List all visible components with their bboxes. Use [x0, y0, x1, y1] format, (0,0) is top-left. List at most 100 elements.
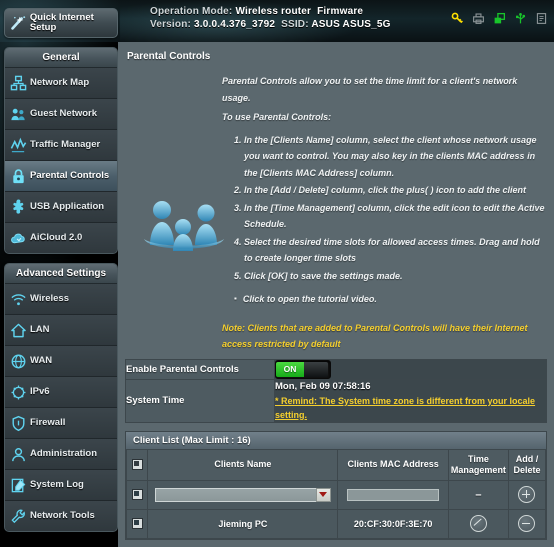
version-label: Version:: [150, 19, 192, 30]
step-item: Click [OK] to save the settings made.: [244, 268, 546, 285]
clients-mac-header: Clients MAC Address: [337, 448, 449, 481]
system-time-label: System Time: [125, 379, 275, 422]
steps-list: In the [Clients Name] column, select the…: [222, 132, 546, 285]
sidebar-item-wireless[interactable]: Wireless: [5, 284, 117, 315]
guest-network-icon: [8, 104, 28, 124]
enable-parental-controls-label: Enable Parental Controls: [125, 359, 275, 379]
sidebar-item-aicloud[interactable]: AiCloud 2.0: [5, 223, 117, 253]
sidebar-item-label: Network Map: [30, 76, 90, 88]
firmware-label: Firmware: [317, 6, 364, 17]
ipv6-icon: [8, 382, 28, 402]
step-item: Select the desired time slots for allowe…: [244, 234, 546, 267]
magic-wand-icon: [11, 16, 26, 30]
time-management-placeholder: –: [475, 488, 482, 501]
table-row: –: [125, 479, 547, 510]
wrench-icon: [8, 506, 28, 526]
sidebar-item-label: Parental Controls: [30, 169, 110, 181]
chevron-down-icon[interactable]: [315, 487, 331, 502]
select-all-checkbox[interactable]: [131, 459, 143, 471]
sidebar-item-wan[interactable]: WAN: [5, 346, 117, 377]
time-management-header: Time Management: [447, 448, 509, 481]
family-icon: [144, 201, 224, 251]
lock-icon: [8, 166, 28, 186]
row-mac-cell: 20:CF:30:0F:3E:70: [337, 508, 449, 539]
shield-icon: [8, 413, 28, 433]
quick-internet-setup-button[interactable]: Quick Internet Setup: [4, 8, 118, 38]
sidebar-item-label: Network Tools: [30, 509, 95, 521]
sidebar-item-guest-network[interactable]: Guest Network: [5, 99, 117, 130]
row-checkbox[interactable]: [131, 489, 143, 501]
step-item: In the [Add / Delete] column, click the …: [244, 182, 546, 199]
edit-icon[interactable]: [469, 515, 487, 532]
row-action-cell: [507, 479, 547, 510]
row-select-cell: [125, 479, 149, 510]
system-time-cell: Mon, Feb 09 07:58:16 * Remind: The Syste…: [274, 379, 547, 422]
plus-icon[interactable]: [518, 486, 536, 503]
usb-icon[interactable]: [514, 12, 527, 25]
intro-line-1: Parental Controls allow you to set the t…: [222, 76, 518, 103]
minus-icon[interactable]: [518, 515, 536, 532]
note-text: Note: Clients that are added to Parental…: [222, 322, 528, 350]
version-value: 3.0.0.4.376_3792: [194, 19, 276, 30]
home-icon: [8, 320, 28, 340]
client-list-box: Client List (Max Limit : 16) Clients Nam…: [125, 430, 547, 540]
header-line-version: Version: 3.0.0.4.376_3792 SSID: ASUS ASU…: [150, 18, 391, 31]
network-map-icon: [8, 73, 28, 93]
sidebar-item-network-map[interactable]: Network Map: [5, 68, 117, 99]
traffic-manager-icon: [8, 135, 28, 155]
description-text: Parental Controls allow you to set the t…: [222, 73, 546, 353]
sidebar-item-traffic-manager[interactable]: Traffic Manager: [5, 130, 117, 161]
client-mac-input[interactable]: [347, 488, 440, 501]
table-row: Jieming PC 20:CF:30:0F:3E:70: [125, 508, 547, 539]
client-list-title: Client List (Max Limit : 16): [126, 431, 546, 449]
system-log-icon: [8, 475, 28, 495]
page-title: Parental Controls: [127, 51, 211, 62]
sidebar: Quick Internet Setup General Network Map: [4, 8, 118, 532]
ssid-label: SSID:: [281, 19, 309, 30]
sidebar-item-system-log[interactable]: System Log: [5, 470, 117, 501]
key-icon[interactable]: [451, 12, 464, 25]
sidebar-group-general: General Network Map Guest Network Traffi…: [4, 47, 118, 254]
sidebar-item-firewall[interactable]: Firewall: [5, 408, 117, 439]
sidebar-group-advanced: Advanced Settings Wireless LAN WAN IPv6 …: [4, 263, 118, 532]
sidebar-item-ipv6[interactable]: IPv6: [5, 377, 117, 408]
sidebar-item-label: LAN: [30, 323, 50, 335]
sidebar-item-network-tools[interactable]: Network Tools: [5, 501, 117, 531]
sidebar-item-lan[interactable]: LAN: [5, 315, 117, 346]
client-list-table: Clients Name Clients MAC Address Time Ma…: [125, 448, 547, 539]
sidebar-item-label: Administration: [30, 447, 98, 459]
quick-internet-setup-label: Quick Internet Setup: [29, 11, 94, 33]
row-checkbox[interactable]: [131, 518, 143, 530]
system-time-remind[interactable]: * Remind: The System time zone is differ…: [275, 394, 546, 422]
sidebar-item-parental-controls[interactable]: Parental Controls: [5, 161, 117, 192]
log-icon[interactable]: [535, 12, 548, 25]
client-name-select[interactable]: [154, 487, 331, 502]
enable-parental-controls-toggle[interactable]: ON: [275, 359, 331, 379]
row-mac-cell: [337, 479, 449, 510]
select-all-header: [125, 448, 149, 481]
network-icon[interactable]: [493, 12, 506, 25]
user-icon: [8, 444, 28, 464]
sidebar-group-title-advanced: Advanced Settings: [5, 264, 117, 284]
sidebar-item-label: Firewall: [30, 416, 66, 428]
printer-icon[interactable]: [472, 12, 485, 25]
sidebar-item-usb-application[interactable]: USB Application: [5, 192, 117, 223]
row-time-cell: [447, 508, 509, 539]
row-name-cell: [147, 479, 339, 510]
sidebar-item-label: IPv6: [30, 385, 50, 397]
table-header-row: Clients Name Clients MAC Address Time Ma…: [125, 448, 547, 481]
usb-application-icon: [8, 197, 28, 217]
sidebar-item-administration[interactable]: Administration: [5, 439, 117, 470]
toggle-knob: [304, 361, 328, 377]
settings-table: Enable Parental Controls ON System Time …: [125, 358, 547, 423]
operation-mode-value: Wireless router: [235, 6, 312, 17]
globe-icon: [8, 351, 28, 371]
tutorial-video-link[interactable]: Click to open the tutorial video.: [234, 291, 546, 308]
wireless-icon: [8, 289, 28, 309]
sidebar-item-label: AiCloud 2.0: [30, 231, 83, 243]
operation-mode-label: Operation Mode:: [150, 6, 233, 17]
main-content: Parental Controls Parental Controls allo…: [118, 42, 554, 547]
enable-parental-controls-cell: ON: [274, 359, 547, 379]
toggle-on-label: ON: [276, 361, 304, 377]
add-delete-header: Add / Delete: [507, 448, 547, 481]
